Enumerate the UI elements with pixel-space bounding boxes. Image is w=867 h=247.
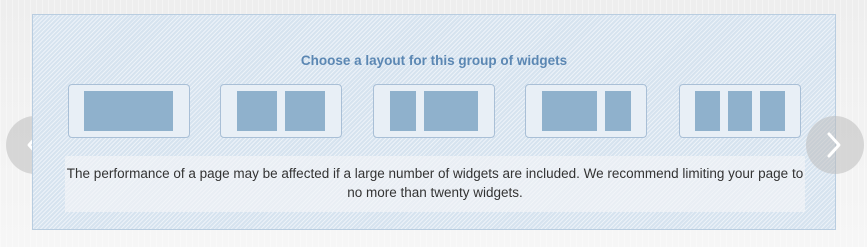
layout-option-single[interactable] <box>68 84 190 138</box>
layout-option-wide-narrow[interactable] <box>525 84 647 138</box>
widget-limit-notice: The performance of a page may be affecte… <box>65 156 805 212</box>
layout-option-three-equal[interactable] <box>679 84 801 138</box>
chevron-right-icon <box>827 132 841 158</box>
layout-option-two-equal[interactable] <box>220 84 342 138</box>
layout-option-narrow-wide[interactable] <box>373 84 495 138</box>
layout-picker-panel: Choose a layout for this group of widget… <box>32 14 836 230</box>
layout-options <box>68 84 803 138</box>
layout-picker-heading: Choose a layout for this group of widget… <box>300 53 568 68</box>
carousel-next-button[interactable] <box>806 116 864 174</box>
